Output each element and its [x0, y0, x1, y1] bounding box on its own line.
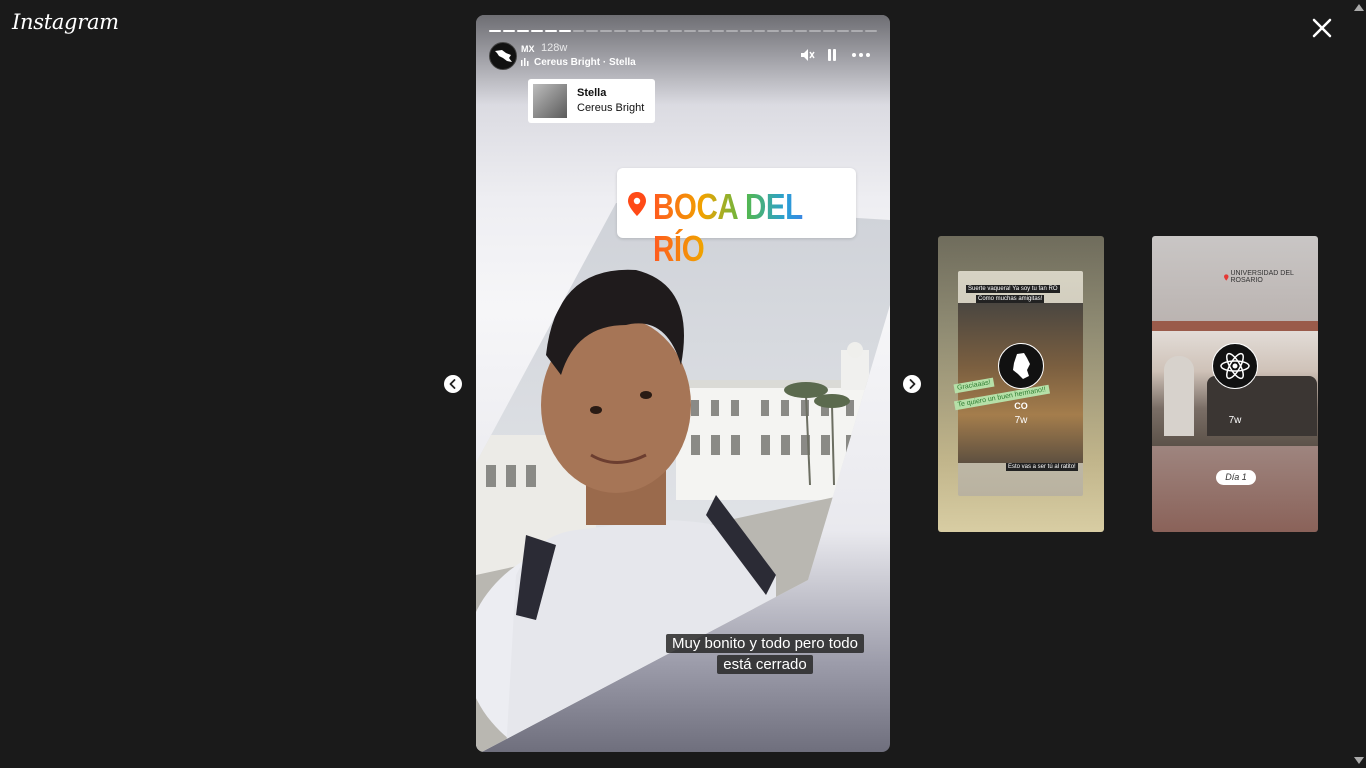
album-art	[533, 84, 567, 118]
preview-1-age: 7w	[1014, 415, 1028, 426]
progress-segment	[572, 30, 585, 32]
progress-segment	[850, 30, 863, 32]
previous-story-button[interactable]	[444, 375, 462, 393]
progress-segment	[864, 30, 877, 32]
progress-segment	[502, 30, 515, 32]
more-horizontal-icon[interactable]	[851, 47, 871, 63]
chevron-right-icon	[909, 379, 916, 389]
location-sticker-text: BOCA DEL RÍO	[653, 186, 819, 270]
page-scrollbar[interactable]	[1350, 0, 1366, 768]
speaker-muted-icon[interactable]	[799, 47, 815, 63]
story-username[interactable]: MX	[521, 44, 535, 54]
progress-segment	[558, 30, 571, 32]
music-bars-icon	[521, 58, 529, 66]
progress-segment	[656, 30, 668, 32]
pause-icon[interactable]	[824, 47, 840, 63]
next-story-button[interactable]	[903, 375, 921, 393]
progress-segment	[544, 30, 557, 32]
progress-segment	[628, 30, 641, 32]
atom-icon	[1220, 352, 1250, 380]
preview-1-avatar	[998, 343, 1044, 389]
chevron-left-icon	[449, 379, 456, 389]
progress-segment	[767, 30, 780, 32]
preview-2-age: 7w	[1228, 415, 1242, 426]
music-sticker-artist: Cereus Bright	[577, 102, 645, 114]
next-story-preview-1[interactable]: Suerte vaquera! Ya soy tu fan RO Como mu…	[938, 236, 1104, 532]
mexico-map-icon	[495, 50, 512, 62]
preview-1-text-1: Suerte vaquera! Ya soy tu fan RO	[966, 285, 1060, 293]
location-pin-icon	[628, 192, 646, 216]
music-sticker[interactable]: Stella Cereus Bright	[528, 79, 655, 123]
progress-segment	[530, 30, 543, 32]
preview-2-avatar	[1212, 343, 1258, 389]
progress-segment	[683, 30, 696, 32]
progress-segment	[697, 30, 710, 32]
story-caption-text: Muy bonito y todo pero todo está cerrado	[666, 634, 864, 674]
story-music-text: Cereus Bright · Stella	[534, 57, 636, 68]
progress-segment	[669, 30, 682, 32]
instagram-logo[interactable]: Instagram	[12, 10, 119, 34]
progress-segment	[614, 30, 627, 32]
story-music-line[interactable]: Cereus Bright · Stella	[521, 57, 636, 68]
preview-1-text-5: Esto vas a ser tú al ratito!	[1006, 463, 1078, 471]
colombia-map-icon	[1013, 353, 1030, 379]
progress-segment	[489, 30, 501, 32]
progress-segment	[586, 30, 599, 32]
progress-segment	[725, 30, 738, 32]
progress-segment	[753, 30, 766, 32]
preview-2-location-text: UNIVERSIDAD DEL ROSARIO	[1230, 270, 1294, 284]
story-caption: Muy bonito y todo pero todo está cerrado	[660, 633, 870, 675]
preview-1-username: CO	[1014, 401, 1028, 411]
preview-1-text-2: Como muchas amigitas!	[976, 295, 1045, 303]
progress-segment	[516, 30, 529, 32]
preview-2-location: UNIVERSIDAD DEL ROSARIO	[1224, 270, 1318, 284]
story-avatar[interactable]	[489, 42, 517, 70]
close-icon[interactable]	[1308, 14, 1336, 42]
progress-segment	[795, 30, 808, 32]
progress-segment	[809, 30, 822, 32]
story-progress-bar	[489, 30, 877, 32]
progress-segment	[781, 30, 794, 32]
progress-segment	[823, 30, 836, 32]
location-pin-icon	[1224, 273, 1229, 281]
scroll-down-arrow-icon[interactable]	[1354, 757, 1364, 764]
progress-segment	[642, 30, 655, 32]
scroll-up-arrow-icon[interactable]	[1354, 4, 1364, 11]
progress-segment	[739, 30, 752, 32]
music-sticker-title: Stella	[577, 87, 607, 99]
progress-segment	[837, 30, 849, 32]
location-sticker[interactable]: BOCA DEL RÍO	[617, 168, 856, 269]
active-story[interactable]: MX 128w Cereus Bright · Stella Stella Ce…	[476, 15, 890, 752]
next-story-preview-2[interactable]: UNIVERSIDAD DEL ROSARIO 7w Día 1	[1152, 236, 1318, 532]
story-age: 128w	[541, 42, 568, 54]
progress-segment	[600, 30, 613, 32]
progress-segment	[711, 30, 724, 32]
preview-2-label: Día 1	[1216, 470, 1256, 485]
